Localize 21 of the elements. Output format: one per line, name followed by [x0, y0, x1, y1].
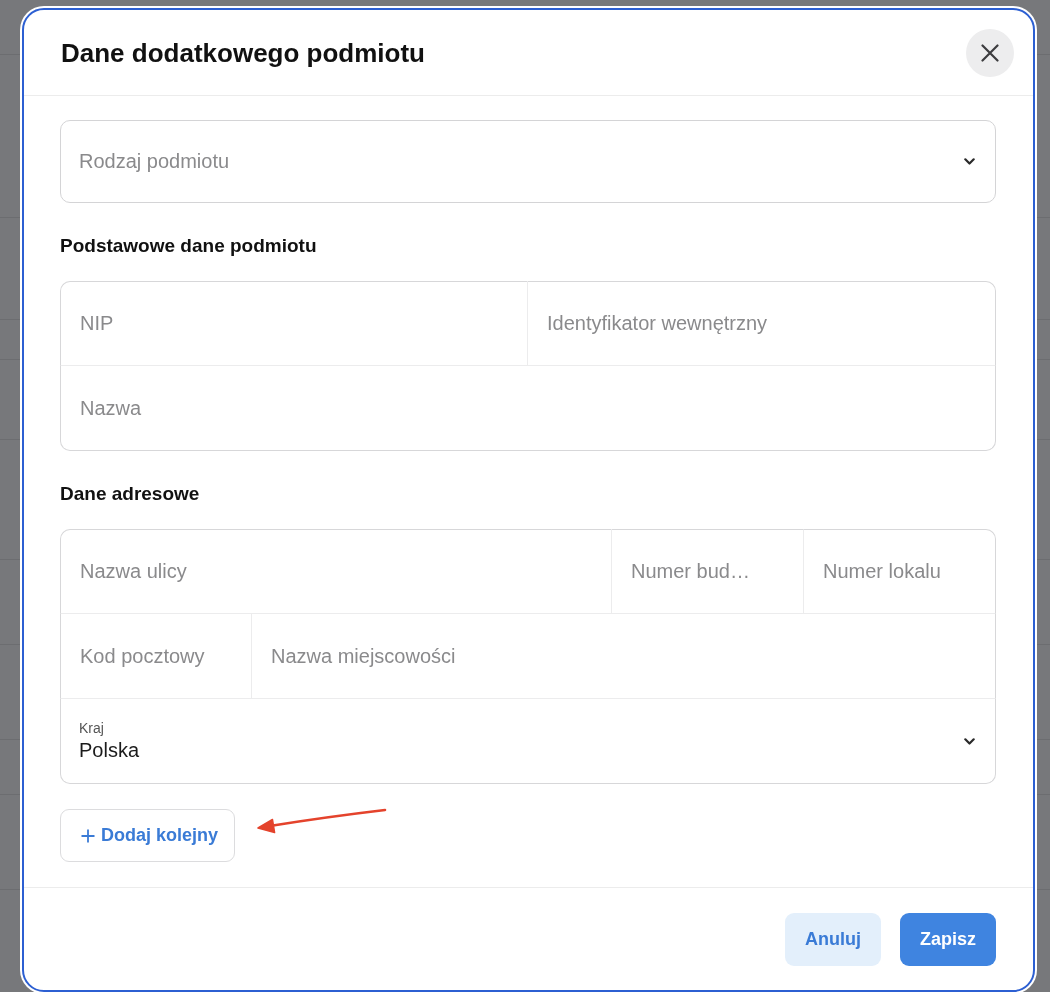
input-field[interactable]: Identyfikator wewnętrzny [528, 281, 996, 366]
dropdown-field[interactable]: Kraj Polska [60, 699, 996, 784]
dialog-title: Dane dodatkowego podmiotu [61, 36, 425, 69]
input-field[interactable]: Nazwa ulicy [60, 529, 612, 614]
chevron-down-icon [964, 158, 975, 165]
input-field[interactable]: Numer bud… [612, 529, 804, 614]
dropdown-field[interactable]: Rodzaj podmiotu [60, 120, 996, 203]
chevron-down-icon [964, 737, 975, 745]
plus-icon [81, 828, 95, 843]
close-button[interactable] [966, 28, 1014, 77]
add-button[interactable]: Dodaj kolejny [60, 809, 236, 862]
section-heading: Dane adresowe [60, 482, 201, 506]
cancel-button[interactable]: Anuluj [785, 913, 881, 966]
input-field[interactable]: Nazwa miejscowości [252, 614, 996, 699]
section-heading: Podstawowe dane podmiotu [60, 234, 318, 258]
input-field[interactable]: NIP [60, 281, 528, 366]
save-button[interactable]: Zapisz [900, 913, 996, 966]
input-field[interactable]: Numer lokalu [804, 529, 996, 614]
input-field[interactable]: Nazwa [60, 366, 996, 451]
close-icon [981, 43, 999, 62]
input-field[interactable]: Kod pocztowy [60, 614, 252, 699]
